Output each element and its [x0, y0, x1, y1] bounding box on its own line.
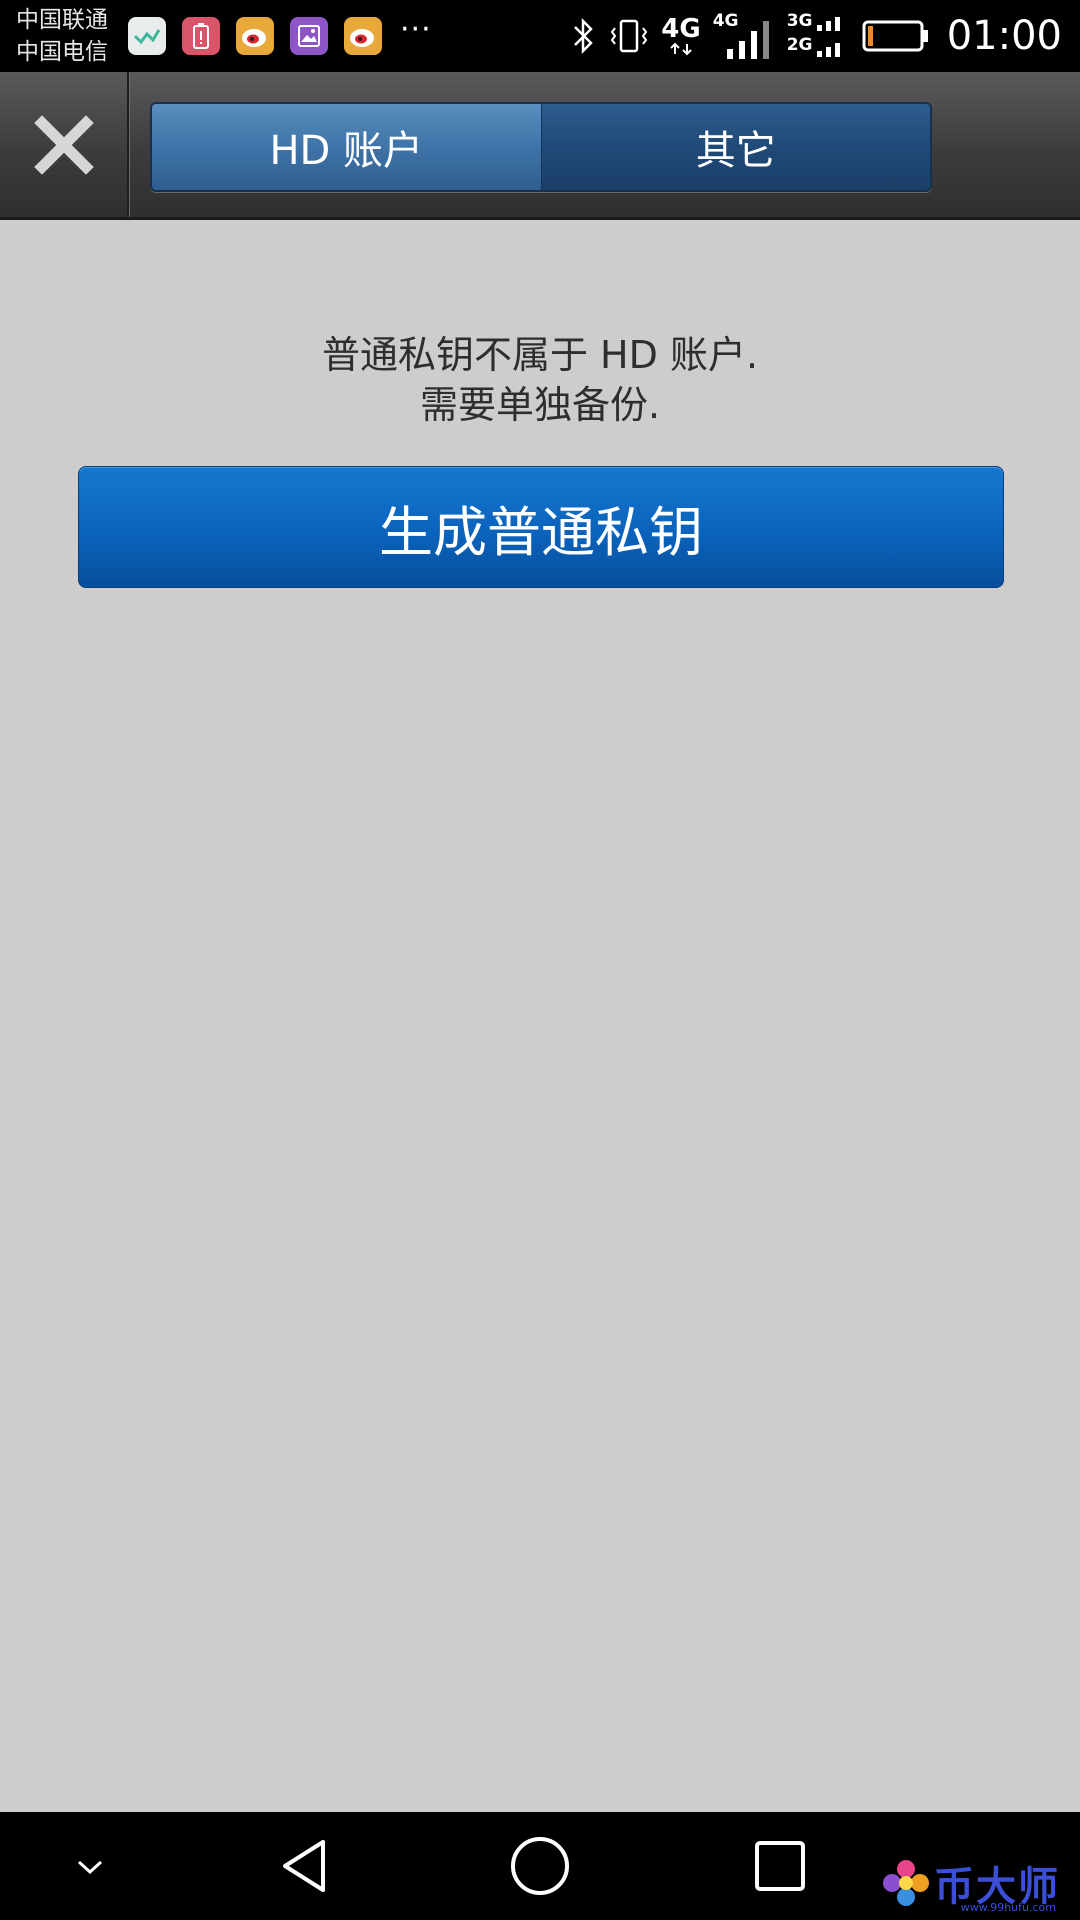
back-icon [283, 1840, 325, 1892]
chevron-down-icon [77, 1860, 103, 1875]
watermark-url: www.99hufu.com [960, 1901, 1056, 1914]
check-app-icon [128, 17, 166, 55]
nav-back-button[interactable] [255, 1812, 355, 1920]
nav-collapse-button[interactable] [50, 1812, 130, 1920]
header-bar: HD 账户 其它 [0, 72, 1080, 220]
account-tabs: HD 账户 其它 [150, 102, 932, 192]
carrier-info: 中国联通 中国电信 [16, 4, 108, 68]
system-icons: 4G 4G 3G 2G 01:00 [559, 0, 1062, 72]
signal-4g-label: 4G [712, 11, 739, 31]
flower-logo-icon [883, 1860, 929, 1906]
battery-alert-icon [182, 17, 220, 55]
weibo-icon [344, 17, 382, 55]
network-2g-label: 2G [786, 35, 813, 55]
carrier-2: 中国电信 [16, 39, 108, 65]
tab-hd-account[interactable]: HD 账户 [152, 104, 541, 190]
nav-home-button[interactable] [490, 1812, 590, 1920]
gallery-icon [290, 17, 328, 55]
generate-private-key-button[interactable]: 生成普通私钥 [78, 466, 1004, 588]
home-icon [511, 1837, 569, 1895]
network-4g-icon: 4G [661, 14, 701, 56]
close-button[interactable] [0, 72, 129, 217]
bluetooth-icon [571, 16, 597, 56]
weibo-icon [236, 17, 274, 55]
status-bar: 中国联通 中国电信 ··· 4G 4G 3G 2G 01:00 [0, 0, 1080, 72]
recents-icon [755, 1841, 805, 1891]
vibrate-icon [609, 16, 649, 56]
signal-3g-2g-icon: 3G 2G [787, 11, 849, 61]
status-time: 01:00 [946, 13, 1062, 59]
message-line-2: 需要单独备份. [419, 383, 661, 427]
battery-icon [861, 16, 931, 56]
close-icon [33, 114, 94, 175]
nav-recents-button[interactable] [730, 1812, 830, 1920]
message-line-1: 普通私钥不属于 HD 账户. [321, 333, 759, 377]
network-4g-label: 4G [661, 14, 701, 44]
signal-4g-icon: 4G [713, 11, 775, 61]
watermark: 币大师 www.99hufu.com [878, 1854, 1060, 1914]
notification-icons [128, 17, 398, 55]
notification-more-icon: ··· [400, 12, 432, 47]
carrier-1: 中国联通 [16, 7, 108, 33]
navigation-bar: 币大师 www.99hufu.com [0, 1812, 1080, 1920]
network-3g-label: 3G [786, 11, 813, 31]
info-message: 普通私钥不属于 HD 账户. 需要单独备份. [0, 330, 1080, 430]
tab-other[interactable]: 其它 [540, 104, 930, 190]
